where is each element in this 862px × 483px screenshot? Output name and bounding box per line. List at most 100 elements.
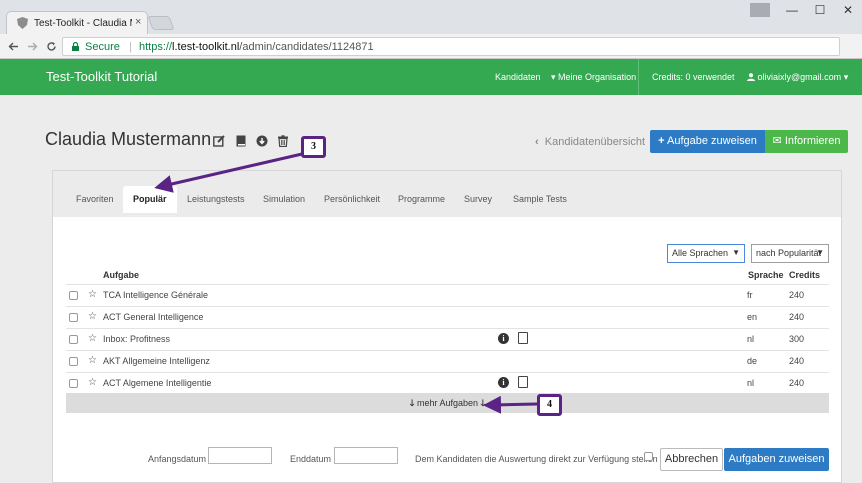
- shield-favicon-icon: [17, 17, 28, 29]
- more-tasks-label: mehr Aufgaben: [416, 398, 479, 408]
- edit-icon[interactable]: [213, 135, 225, 147]
- row-checkbox[interactable]: [69, 291, 78, 300]
- column-header-language: Sprache: [748, 270, 784, 280]
- tab-persoenlichkeit[interactable]: Persönlichkeit: [324, 194, 380, 204]
- start-date-input[interactable]: [208, 447, 272, 464]
- nav-user-dropdown[interactable]: oliviaixly@gmail.com ▾: [747, 72, 848, 83]
- row-checkbox[interactable]: [69, 379, 78, 388]
- task-name: AKT Allgemeine Intelligenz: [103, 356, 210, 366]
- tab-survey[interactable]: Survey: [464, 194, 492, 204]
- language-select[interactable]: Alle Sprachen ▼: [667, 244, 745, 263]
- task-language: en: [747, 312, 758, 322]
- cancel-button[interactable]: Abbrechen: [660, 448, 723, 471]
- task-credits: 240: [789, 312, 805, 322]
- star-icon[interactable]: ☆: [88, 289, 97, 300]
- reload-icon[interactable]: [46, 41, 57, 52]
- forward-icon[interactable]: [27, 41, 38, 52]
- annotation-badge-4: 4: [537, 394, 562, 416]
- nav-user-email: oliviaixly@gmail.com: [757, 72, 842, 82]
- tab-sample-tests[interactable]: Sample Tests: [513, 194, 567, 204]
- task-credits: 240: [789, 290, 805, 300]
- trash-icon[interactable]: [277, 135, 289, 147]
- share-results-label: Dem Kandidaten die Auswertung direkt zur…: [415, 454, 658, 464]
- task-credits: 300: [789, 334, 805, 344]
- url-domain: l.test-toolkit.nl: [172, 41, 240, 53]
- browser-tab[interactable]: Test-Toolkit - Claudia Mu ×: [6, 11, 148, 34]
- minimize-button[interactable]: —: [778, 0, 806, 20]
- back-icon[interactable]: [8, 41, 19, 52]
- end-date-input[interactable]: [334, 447, 398, 464]
- task-credits: 240: [789, 356, 805, 366]
- table-row[interactable]: ☆ ACT General Intelligence en 240: [66, 306, 829, 328]
- inform-button[interactable]: ✉ Informieren: [765, 130, 848, 153]
- star-icon[interactable]: ☆: [88, 377, 97, 388]
- maximize-button[interactable]: ☐: [806, 0, 834, 20]
- table-row[interactable]: ☆ Inbox: Profitness i nl 300: [66, 328, 829, 350]
- pdf-icon[interactable]: [518, 332, 528, 344]
- nav-kandidaten[interactable]: Kandidaten: [495, 72, 541, 82]
- candidate-overview-link[interactable]: ‹ Kandidatenübersicht: [535, 136, 645, 148]
- row-checkbox[interactable]: [69, 313, 78, 322]
- tab-close-icon[interactable]: ×: [135, 16, 141, 28]
- table-row[interactable]: ☆ ACT Algemene Intelligentie i nl 240: [66, 372, 829, 394]
- user-icon: [747, 73, 755, 81]
- star-icon[interactable]: ☆: [88, 333, 97, 344]
- chevron-left-icon: ‹: [535, 136, 539, 148]
- info-icon[interactable]: i: [498, 377, 509, 388]
- category-tabs: Favoriten Populär Leistungstests Simulat…: [53, 171, 841, 217]
- task-language: de: [747, 356, 758, 366]
- task-name: ACT Algemene Intelligentie: [103, 378, 212, 388]
- envelope-icon: ✉: [772, 135, 782, 147]
- assign-task-button[interactable]: + Aufgabe zuweisen: [650, 130, 765, 153]
- nav-organisation-label: Meine Organisation: [558, 72, 637, 82]
- assign-tasks-button[interactable]: Aufgaben zuweisen: [724, 448, 829, 471]
- url-input[interactable]: Secure | https://l.test-toolkit.nl/admin…: [62, 37, 840, 56]
- plus-icon: +: [658, 135, 665, 147]
- info-icon[interactable]: i: [498, 333, 509, 344]
- row-checkbox[interactable]: [69, 335, 78, 344]
- download-icon[interactable]: [256, 135, 268, 147]
- tab-programme[interactable]: Programme: [398, 194, 445, 204]
- star-icon[interactable]: ☆: [88, 311, 97, 322]
- more-tasks-button[interactable]: 🡓 mehr Aufgaben 🡓: [66, 393, 829, 413]
- sort-select[interactable]: nach Popularität ▼: [751, 244, 829, 263]
- caret-down-icon: ▼: [816, 248, 824, 257]
- caret-down-icon: ▾: [551, 72, 559, 82]
- tab-simulation[interactable]: Simulation: [263, 194, 305, 204]
- sort-select-value: nach Popularität: [756, 248, 822, 258]
- language-select-value: Alle Sprachen: [672, 248, 729, 258]
- nav-organisation-dropdown[interactable]: ▾ Meine Organisation: [551, 72, 636, 83]
- caret-down-icon: ▼: [732, 248, 740, 257]
- secure-label: Secure: [85, 41, 120, 53]
- window-close-button[interactable]: ✕: [834, 0, 862, 20]
- brand-title[interactable]: Test-Toolkit Tutorial: [46, 69, 157, 84]
- nav-divider: [638, 59, 639, 95]
- column-header-credits: Credits: [789, 270, 821, 280]
- lock-icon: [72, 42, 79, 51]
- window-controls: — ☐ ✕: [750, 0, 862, 20]
- arrow-down-icon: 🡓: [409, 398, 415, 408]
- browser-tabbar: Test-Toolkit - Claudia Mu × — ☐ ✕: [0, 0, 862, 34]
- star-icon[interactable]: ☆: [88, 355, 97, 366]
- book-icon[interactable]: [235, 135, 247, 147]
- new-tab-button[interactable]: [147, 16, 175, 30]
- url-separator: |: [129, 41, 132, 53]
- arrow-down-icon: 🡓: [480, 398, 486, 408]
- share-results-checkbox[interactable]: [644, 452, 653, 461]
- url-scheme: https://: [139, 41, 173, 53]
- browser-tab-title: Test-Toolkit - Claudia Mu: [34, 18, 132, 29]
- tab-favoriten[interactable]: Favoriten: [76, 194, 114, 204]
- tab-leistungstests[interactable]: Leistungstests: [187, 194, 245, 204]
- candidate-name: Claudia Mustermann: [45, 129, 212, 149]
- tab-populaer[interactable]: Populär: [123, 186, 177, 213]
- row-checkbox[interactable]: [69, 357, 78, 366]
- pdf-icon[interactable]: [518, 376, 528, 388]
- start-date-label: Anfangsdatum: [148, 454, 207, 464]
- table-row[interactable]: ☆ TCA Intelligence Générale fr 240: [66, 284, 829, 306]
- task-language: nl: [747, 334, 755, 344]
- app-navbar: Test-Toolkit Tutorial Kandidaten ▾ Meine…: [0, 59, 862, 95]
- profile-icon[interactable]: [750, 3, 770, 17]
- table-row[interactable]: ☆ AKT Allgemeine Intelligenz de 240: [66, 350, 829, 372]
- url-text: https://l.test-toolkit.nl/admin/candidat…: [139, 41, 374, 53]
- task-name: TCA Intelligence Générale: [103, 290, 209, 300]
